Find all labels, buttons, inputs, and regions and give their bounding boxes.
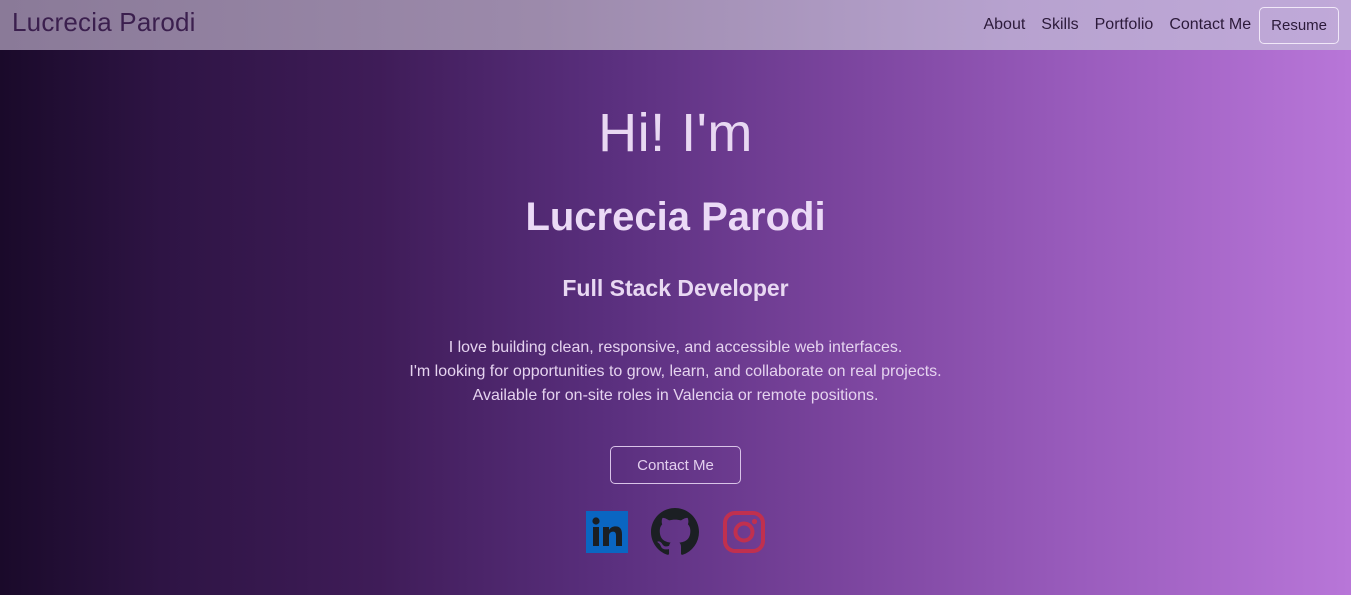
hero-greeting: Hi! I'm <box>598 103 753 163</box>
hero-section: Hi! I'm Lucrecia Parodi Full Stack Devel… <box>0 50 1351 595</box>
instagram-icon[interactable] <box>722 510 766 554</box>
linkedin-icon[interactable] <box>585 510 629 554</box>
hero-line: I love building clean, responsive, and a… <box>448 339 903 356</box>
resume-button[interactable]: Resume <box>1259 6 1339 44</box>
nav-about[interactable]: About <box>975 16 1033 34</box>
github-icon[interactable] <box>651 508 699 555</box>
nav-portfolio[interactable]: Portfolio <box>1087 16 1162 34</box>
social-links <box>0 508 1351 555</box>
hero-name: Lucrecia Parodi <box>525 195 826 239</box>
hero-description: I love building clean, responsive, and a… <box>0 336 1351 408</box>
brand-logo[interactable]: Lucrecia Parodi <box>12 7 196 38</box>
nav-links: About Skills Portfolio Contact Me Resume <box>975 6 1339 44</box>
nav-contact[interactable]: Contact Me <box>1161 16 1259 34</box>
hero-line: I'm looking for opportunities to grow, l… <box>409 363 942 380</box>
navbar: Lucrecia Parodi About Skills Portfolio C… <box>0 0 1351 50</box>
contact-me-button[interactable]: Contact Me <box>610 446 741 484</box>
hero-line: Available for on-site roles in Valencia … <box>472 387 879 404</box>
hero-role: Full Stack Developer <box>562 275 789 301</box>
nav-skills[interactable]: Skills <box>1033 16 1086 34</box>
